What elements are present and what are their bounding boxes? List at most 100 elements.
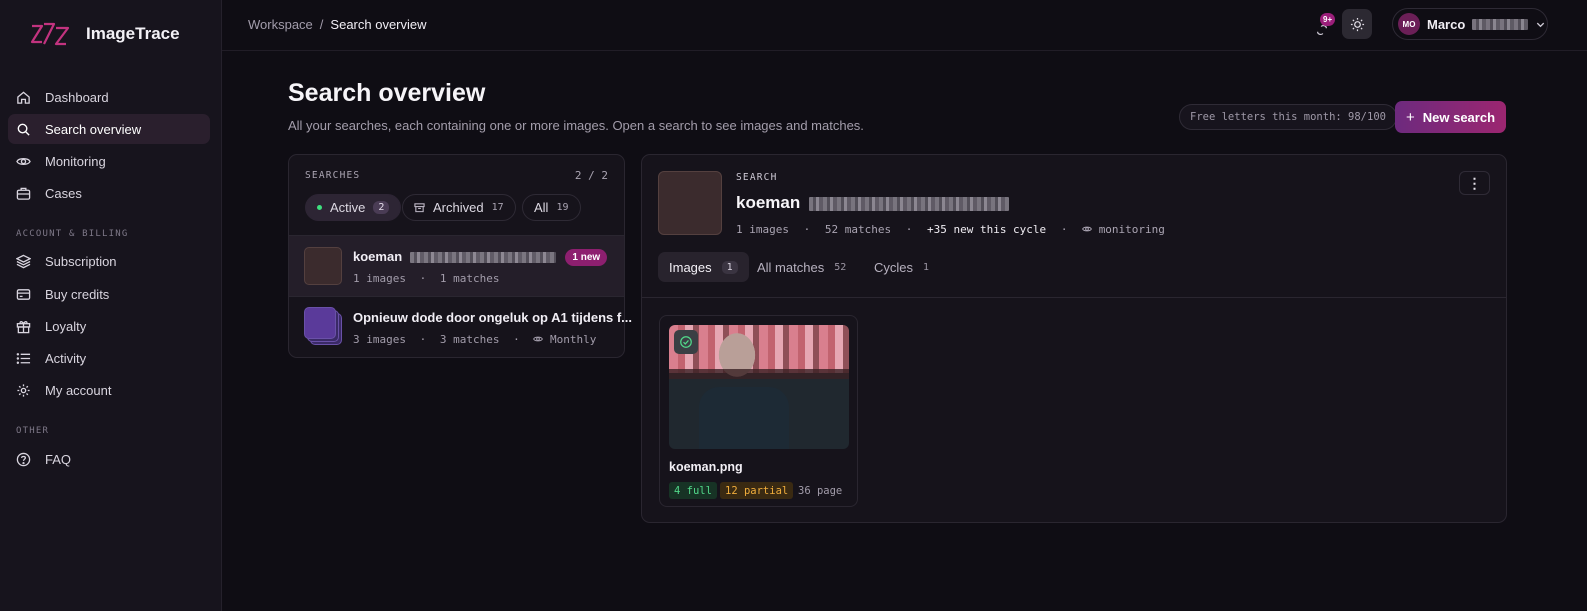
list-icon	[16, 352, 31, 364]
tab-label: Cycles	[874, 259, 914, 275]
images-count: 1 images	[736, 223, 789, 236]
new-search-button[interactable]: + New search	[1395, 101, 1506, 133]
search-detail-panel: SEARCH koeman 1 images · 52 matches · +3…	[641, 154, 1507, 523]
meta-separator: ·	[905, 223, 913, 236]
sidebar-item-label: Monitoring	[45, 153, 106, 169]
search-thumbnail	[304, 247, 342, 285]
filter-count: 2	[373, 201, 390, 214]
sidebar-item-label: Activity	[45, 350, 87, 366]
eye-icon	[533, 336, 544, 342]
page-matches-tag: 36 page	[798, 484, 843, 497]
searches-label: SEARCHES	[305, 170, 361, 181]
sidebar-item-activity[interactable]: Activity	[8, 343, 210, 373]
meta-separator: ·	[419, 333, 427, 346]
detail-label: SEARCH	[736, 172, 778, 183]
filter-count: 17	[491, 202, 504, 213]
eye-icon	[1082, 226, 1092, 232]
search-icon	[17, 123, 30, 136]
sidebar-item-search-overview[interactable]: Search overview	[8, 114, 210, 144]
notifications-button[interactable]: 9+	[1311, 12, 1339, 40]
tab-all-matches[interactable]: All matches 52	[746, 252, 857, 282]
sidebar-item-label: Subscription	[45, 253, 117, 269]
user-menu-button[interactable]: MO Marco	[1392, 8, 1548, 40]
sidebar: ImageTrace Dashboard Search overview Mon…	[0, 0, 222, 611]
home-icon	[17, 90, 30, 104]
sidebar-item-subscription[interactable]: Subscription	[8, 246, 210, 276]
filter-label: Active	[330, 200, 366, 215]
sidebar-item-label: Loyalty	[45, 318, 87, 334]
filter-label: Archived	[433, 200, 484, 215]
tab-images[interactable]: Images 1	[658, 252, 749, 282]
tab-label: All matches	[757, 259, 825, 275]
kebab-icon: ⋮	[1467, 174, 1482, 191]
sidebar-item-monitoring[interactable]: Monitoring	[8, 146, 210, 176]
more-options-button[interactable]: ⋮	[1459, 171, 1490, 195]
meta-separator: ·	[419, 272, 427, 285]
search-row-meta: 3 images · 3 matches · Monthly	[353, 333, 596, 346]
search-row-meta: 1 images · 1 matches	[353, 272, 499, 285]
tab-count: 1	[721, 260, 738, 274]
chevron-down-icon	[1537, 22, 1545, 27]
gear-icon	[17, 383, 30, 397]
matches-count: 3 matches	[439, 333, 500, 346]
archive-icon	[414, 203, 425, 213]
breadcrumb: Workspace / Search overview	[248, 17, 427, 32]
sidebar-item-faq[interactable]: FAQ	[8, 444, 210, 474]
sidebar-item-cases[interactable]: Cases	[8, 178, 210, 208]
eye-icon	[16, 157, 31, 165]
full-matches-tag: 4 full	[669, 482, 717, 499]
avatar: MO	[1398, 13, 1420, 35]
sidebar-item-loyalty[interactable]: Loyalty	[8, 311, 210, 341]
images-count: 3 images	[353, 333, 406, 346]
search-row-title-line: koeman 1 new	[353, 249, 608, 267]
sidebar-item-label: Search overview	[45, 121, 142, 137]
sidebar-item-buy-credits[interactable]: Buy credits	[8, 279, 210, 309]
detail-title-line: koeman	[736, 193, 1009, 213]
detail-title: koeman	[736, 193, 801, 212]
sun-icon	[1350, 17, 1364, 31]
layers-icon	[16, 254, 31, 268]
sidebar-item-label: My account	[45, 382, 112, 398]
gift-icon	[16, 320, 31, 333]
plus-icon: +	[1405, 108, 1415, 126]
redacted-surname	[1472, 18, 1529, 30]
tab-count: 1	[923, 261, 930, 273]
free-letters-badge: Free letters this month: 98/100	[1179, 104, 1397, 130]
new-badge: 1 new	[565, 249, 608, 267]
image-card[interactable]: koeman.png 4 full 12 partial 36 page	[659, 315, 858, 507]
filter-active[interactable]: Active 2	[305, 194, 402, 221]
help-circle-icon	[16, 452, 31, 466]
sidebar-item-my-account[interactable]: My account	[8, 375, 210, 405]
search-row-title: Opnieuw dode door ongeluk op A1 tijdens …	[353, 310, 633, 325]
breadcrumb-current: Search overview	[330, 17, 427, 32]
tab-count: 52	[834, 261, 847, 273]
sidebar-item-label: Cases	[45, 185, 82, 201]
page-subtitle: All your searches, each containing one o…	[288, 118, 864, 133]
app-name: ImageTrace	[86, 24, 180, 43]
page-title: Search overview	[288, 79, 486, 107]
breadcrumb-root[interactable]: Workspace	[248, 17, 313, 32]
filter-all[interactable]: All 19	[522, 194, 581, 221]
monitor-frequency: Monthly	[549, 333, 597, 346]
filter-archived[interactable]: Archived 17	[402, 194, 516, 221]
search-row-koeman[interactable]: koeman 1 new 1 images · 1 matches	[289, 235, 624, 296]
sidebar-item-dashboard[interactable]: Dashboard	[8, 82, 210, 112]
briefcase-icon	[16, 187, 31, 200]
logo[interactable]: ImageTrace	[28, 20, 180, 48]
sidebar-item-label: Buy credits	[45, 286, 110, 302]
partial-matches-tag: 12 partial	[720, 482, 794, 499]
filter-count: 19	[556, 202, 569, 213]
tab-cycles[interactable]: Cycles 1	[863, 252, 940, 282]
detail-meta: 1 images · 52 matches · +35 new this cyc…	[736, 223, 1165, 236]
logo-icon	[30, 22, 70, 46]
theme-toggle-button[interactable]	[1342, 9, 1372, 39]
meta-separator: ·	[1060, 223, 1068, 236]
redacted-text	[409, 252, 556, 264]
redacted-text	[808, 196, 1009, 211]
check-circle-icon	[674, 330, 698, 354]
section-heading-billing: ACCOUNT & BILLING	[16, 229, 129, 239]
image-stack-thumbnail	[304, 307, 344, 347]
search-row-opnieuw[interactable]: Opnieuw dode door ongeluk op A1 tijdens …	[289, 296, 632, 357]
search-row-title: koeman	[353, 249, 403, 264]
active-dot-icon	[317, 205, 322, 210]
